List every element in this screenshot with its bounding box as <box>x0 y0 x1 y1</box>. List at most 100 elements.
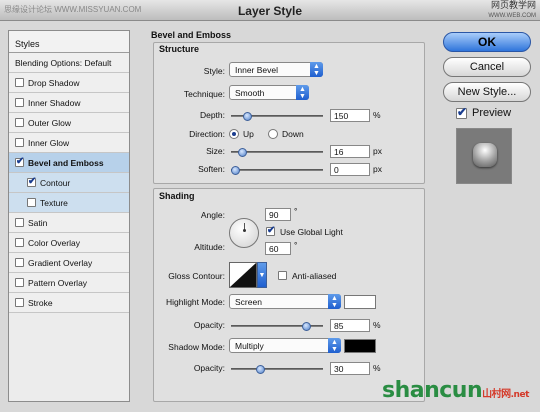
size-input[interactable]: 16 <box>330 145 370 158</box>
style-item-outer-glow[interactable]: Outer Glow <box>9 113 129 133</box>
shadow-opacity-unit: % <box>373 363 381 373</box>
highlight-opacity-slider[interactable] <box>231 322 323 331</box>
direction-up-radio[interactable] <box>229 129 239 139</box>
soften-input[interactable]: 0 <box>330 163 370 176</box>
direction-up-label: Up <box>243 129 254 139</box>
style-item-checkbox[interactable] <box>15 118 24 127</box>
direction-down-radio[interactable] <box>268 129 278 139</box>
style-preview-thumbnail <box>456 128 512 184</box>
highlight-color-swatch[interactable] <box>344 295 376 309</box>
direction-down-label: Down <box>282 129 304 139</box>
styles-header[interactable]: Styles <box>9 31 129 53</box>
style-item-checkbox[interactable] <box>15 298 24 307</box>
style-item-texture[interactable]: Texture <box>9 193 129 213</box>
depth-label: Depth: <box>199 110 225 120</box>
bevel-emboss-panel: Bevel and Emboss Structure Style: Inner … <box>143 28 433 404</box>
watermark-right-sub: WWW.WEB.COM <box>488 13 536 19</box>
updown-arrows-icon: ▲ ▼ <box>328 338 341 353</box>
style-item-inner-shadow[interactable]: Inner Shadow <box>9 93 129 113</box>
cancel-button[interactable]: Cancel <box>443 57 531 77</box>
ok-button[interactable]: OK <box>443 32 531 52</box>
altitude-input[interactable]: 60 <box>265 242 291 255</box>
size-slider[interactable] <box>231 148 323 157</box>
preview-toggle[interactable]: Preview <box>456 105 511 119</box>
anti-aliased-label: Anti-aliased <box>292 271 337 281</box>
shadow-opacity-thumb[interactable] <box>255 365 265 374</box>
style-item-label: Color Overlay <box>28 237 80 248</box>
style-item-checkbox[interactable] <box>27 198 36 207</box>
watermark-brand: shancun山村网.net <box>382 378 529 403</box>
soften-slider[interactable] <box>231 166 323 175</box>
style-item-label: Outer Glow <box>28 117 71 128</box>
highlight-opacity-input[interactable]: 85 <box>330 319 370 332</box>
style-item-pattern-overlay[interactable]: Pattern Overlay <box>9 273 129 293</box>
angle-unit: ° <box>294 206 298 216</box>
style-item-checkbox[interactable] <box>15 278 24 287</box>
altitude-unit: ° <box>294 240 298 250</box>
highlight-mode-dropdown[interactable]: Screen ▲ ▼ <box>229 294 341 309</box>
technique-dropdown[interactable]: Smooth ▲ ▼ <box>229 85 309 100</box>
style-item-stroke[interactable]: Stroke <box>9 293 129 313</box>
size-slider-thumb[interactable] <box>237 148 247 157</box>
depth-input[interactable]: 150 <box>330 109 370 122</box>
style-item-checkbox[interactable] <box>15 78 24 87</box>
style-item-checkbox[interactable] <box>15 98 24 107</box>
style-dropdown[interactable]: Inner Bevel ▲ ▼ <box>229 62 323 77</box>
shadow-mode-dropdown[interactable]: Multiply ▲ ▼ <box>229 338 341 353</box>
gloss-contour-label: Gloss Contour: <box>168 271 225 281</box>
blending-options-item[interactable]: Blending Options: Default <box>9 53 129 73</box>
angle-center-dot <box>243 229 246 232</box>
updown-arrows-icon: ▲ ▼ <box>328 294 341 309</box>
preview-swatch <box>473 143 497 167</box>
title-bar: 思缘设计论坛 WWW.MISSYUAN.COM Layer Style 网页教学… <box>0 0 540 21</box>
highlight-opacity-thumb[interactable] <box>301 322 311 331</box>
style-item-checkbox[interactable] <box>15 238 24 247</box>
new-style-button[interactable]: New Style... <box>443 82 531 102</box>
style-item-gradient-overlay[interactable]: Gradient Overlay <box>9 253 129 273</box>
chevron-down-icon[interactable]: ▼ <box>257 262 267 288</box>
highlight-opacity-unit: % <box>373 320 381 330</box>
shadow-color-swatch[interactable] <box>344 339 376 353</box>
updown-arrows-icon: ▲ ▼ <box>296 85 309 100</box>
angle-label: Angle: <box>200 210 225 220</box>
style-item-satin[interactable]: Satin <box>9 213 129 233</box>
style-item-label: Contour <box>40 177 71 188</box>
style-item-label: Inner Glow <box>28 137 70 148</box>
style-label: Style: <box>203 66 225 76</box>
highlight-mode-label: Highlight Mode: <box>165 297 225 307</box>
style-item-checkbox[interactable] <box>15 258 24 267</box>
style-item-label: Texture <box>40 197 68 208</box>
style-item-contour[interactable]: Contour <box>9 173 129 193</box>
depth-unit: % <box>373 110 381 120</box>
style-item-checkbox[interactable] <box>15 218 24 227</box>
structure-title: Structure <box>159 44 200 54</box>
direction-label: Direction: <box>189 129 225 139</box>
shadow-opacity-input[interactable]: 30 <box>330 362 370 375</box>
use-global-light-checkbox[interactable] <box>266 225 275 236</box>
angle-input[interactable]: 90 <box>265 208 291 221</box>
gloss-contour-picker[interactable] <box>229 262 257 288</box>
shadow-opacity-slider[interactable] <box>231 365 323 374</box>
watermark-brand-cn: 山村网 <box>482 389 511 400</box>
angle-dial[interactable] <box>229 218 259 248</box>
style-item-drop-shadow[interactable]: Drop Shadow <box>9 73 129 93</box>
soften-slider-thumb[interactable] <box>231 166 240 175</box>
style-item-checkbox[interactable] <box>15 156 24 167</box>
style-item-label: Pattern Overlay <box>28 277 88 288</box>
style-item-checkbox[interactable] <box>15 138 24 147</box>
style-item-bevel-and-emboss[interactable]: Bevel and Emboss <box>9 153 129 173</box>
window-title: Layer Style <box>237 4 303 18</box>
style-item-label: Drop Shadow <box>28 77 80 88</box>
preview-checkbox[interactable] <box>456 105 467 119</box>
style-item-inner-glow[interactable]: Inner Glow <box>9 133 129 153</box>
style-item-label: Gradient Overlay <box>28 257 93 268</box>
anti-aliased-checkbox[interactable] <box>278 271 287 280</box>
style-item-label: Inner Shadow <box>28 97 81 108</box>
style-item-label: Bevel and Emboss <box>28 157 104 168</box>
depth-slider[interactable] <box>231 112 323 121</box>
style-item-checkbox[interactable] <box>27 176 36 187</box>
shading-title: Shading <box>159 191 195 201</box>
style-item-color-overlay[interactable]: Color Overlay <box>9 233 129 253</box>
style-value: Inner Bevel <box>235 65 278 75</box>
size-unit: px <box>373 146 382 156</box>
